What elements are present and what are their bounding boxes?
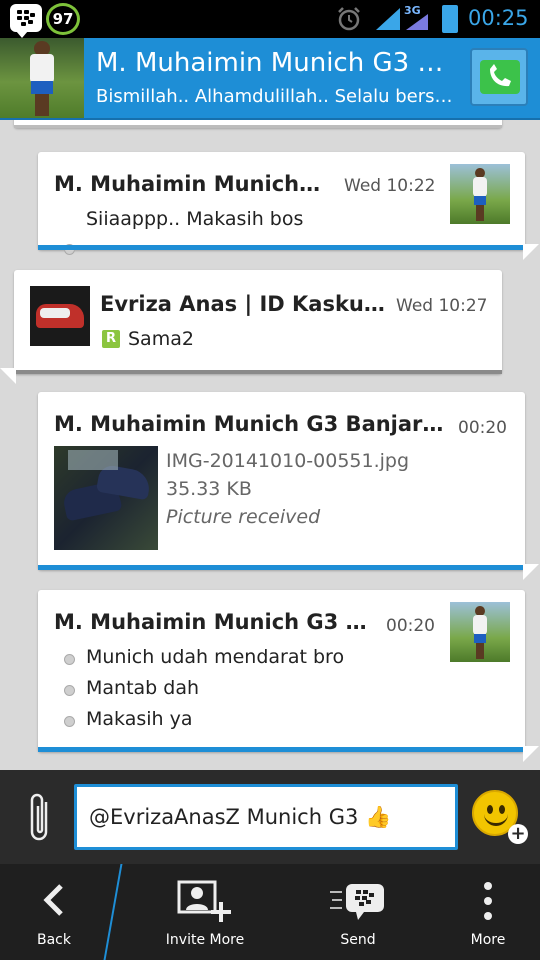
sender-avatar (450, 602, 510, 662)
message-sender: M. Muhaimin Munich G3 Banjarmasin (54, 412, 448, 436)
read-indicator (64, 685, 75, 696)
message-text: Makasih ya (86, 708, 193, 730)
action-bar: Back Invite More Send More (0, 864, 540, 960)
back-label: Back (37, 932, 71, 948)
message-bubble[interactable]: M. Muhaimin Munich G3 Banjarmasin Wed 10… (38, 152, 539, 260)
message-bubble[interactable]: M. Muhaimin Munich G3 Banjarmasin 00:20 … (38, 392, 539, 580)
sender-avatar (30, 286, 90, 346)
paperclip-icon[interactable] (26, 792, 54, 844)
signal-icon (376, 8, 400, 30)
file-status: Picture received (166, 506, 321, 528)
sender-avatar (450, 164, 510, 224)
composer-bar: + (0, 770, 540, 864)
chat-header: M. Muhaimin Munich G3 Banjarmasin Bismil… (0, 38, 540, 120)
file-size: 35.33 KB (166, 478, 252, 500)
message-text: Munich udah mendarat bro (86, 646, 345, 668)
message-sender: M. Muhaimin Munich G3 Banjarmasin (54, 610, 382, 634)
conversation-list[interactable]: M. Muhaimin Munich G3 Banjarmasin Wed 10… (0, 120, 540, 770)
battery-percent-indicator: 97 (46, 3, 80, 35)
message-input[interactable] (74, 784, 458, 850)
message-text: Siiaappp.. Makasih bos (86, 208, 304, 230)
previous-message-bubble (14, 120, 502, 128)
read-indicator (64, 654, 75, 665)
phone-icon (480, 60, 520, 94)
message-time: 00:20 (458, 418, 507, 438)
more-button[interactable]: More (436, 864, 540, 960)
read-r-icon: R (102, 330, 120, 348)
add-emoticon-icon[interactable]: + (508, 824, 528, 844)
file-name: IMG-20141010-00551.jpg (166, 450, 410, 472)
status-time: 00:25 (468, 6, 529, 30)
message-sender: Evriza Anas | ID Kaskus: Evriza (100, 292, 390, 316)
status-bar: 97 3G 00:25 (0, 0, 540, 38)
back-button[interactable]: Back (0, 864, 108, 960)
message-bubble[interactable]: M. Muhaimin Munich G3 Banjarmasin 00:20 … (38, 590, 539, 762)
message-time: Wed 10:27 (396, 296, 488, 316)
send-button[interactable]: Send (296, 864, 420, 960)
back-arrow-icon (43, 884, 63, 916)
bbm-send-icon (330, 884, 384, 920)
message-time: 00:20 (386, 616, 435, 636)
read-indicator (64, 716, 75, 727)
send-label: Send (340, 932, 376, 948)
contact-name[interactable]: M. Muhaimin Munich G3 Banjarmasin (96, 48, 460, 78)
message-text: Mantab dah (86, 677, 200, 699)
bbm-notification-icon (10, 4, 42, 38)
invite-more-button[interactable]: Invite More (140, 864, 270, 960)
message-sender: M. Muhaimin Munich G3 Banjarmasin (54, 172, 326, 196)
contact-status-message: Bismillah.. Alhamdulillah.. Selalu bersy… (96, 86, 460, 107)
battery-icon (442, 5, 458, 33)
data-signal-icon (406, 14, 428, 30)
picture-thumbnail[interactable] (54, 446, 158, 550)
message-bubble[interactable]: Evriza Anas | ID Kaskus: Evriza Wed 10:2… (0, 270, 502, 384)
voice-call-button[interactable] (470, 48, 528, 106)
contact-avatar[interactable] (0, 38, 84, 118)
more-dots-icon (484, 882, 492, 920)
invite-user-icon (177, 880, 231, 922)
more-label: More (470, 932, 506, 948)
message-text: Sama2 (128, 328, 194, 350)
message-time: Wed 10:22 (344, 176, 436, 196)
invite-more-label: Invite More (165, 932, 245, 948)
alarm-icon (338, 7, 360, 31)
